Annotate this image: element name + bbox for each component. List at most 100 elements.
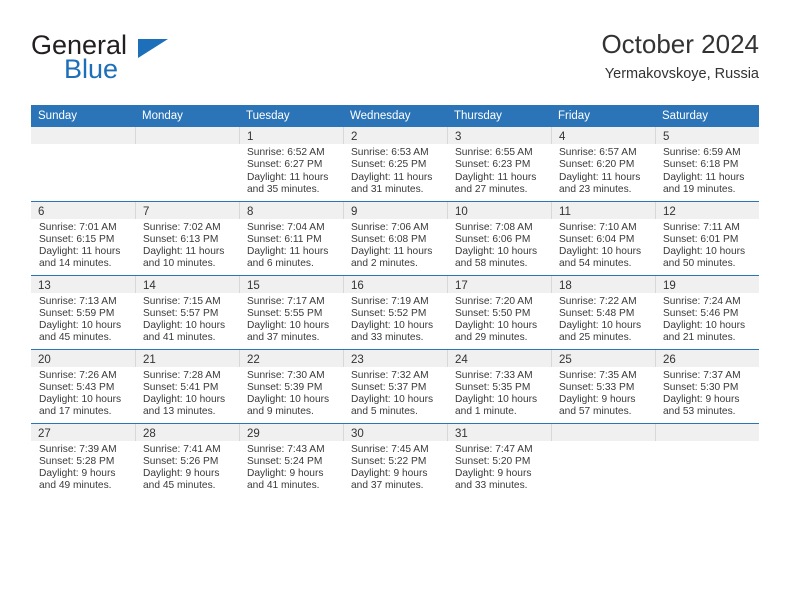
- daylight-text: Daylight: 11 hours and 35 minutes.: [247, 171, 329, 195]
- weekday-header-wednesday: Wednesday: [343, 105, 447, 127]
- sunrise-text: Sunrise: 7:08 AM: [455, 221, 533, 233]
- sunrise-text: Sunrise: 7:24 AM: [663, 295, 741, 307]
- sunrise-text: Sunrise: 6:52 AM: [247, 147, 325, 158]
- daylight-text: Daylight: 10 hours and 50 minutes.: [663, 246, 746, 270]
- sunrise-text: Sunrise: 7:20 AM: [455, 295, 533, 307]
- calendar-cell-inner: 10 Sunrise: 7:08 AM Sunset: 6:06 PM Dayligh…: [447, 201, 551, 275]
- calendar-day-cell[interactable]: 21 Sunrise: 7:28 AM Sunset: 5:41 PM Dayligh…: [135, 348, 239, 423]
- calendar-day-cell[interactable]: 12 Sunrise: 7:11 AM Sunset: 6:01 PM Dayligh…: [655, 200, 759, 275]
- day-details: Sunrise: 7:13 AM Sunset: 5:59 PM Daylight:…: [31, 292, 135, 345]
- calendar-day-cell[interactable]: 4 Sunrise: 6:57 AM Sunset: 6:20 PM Daylight…: [551, 127, 655, 201]
- daylight-text: Daylight: 10 hours and 1 minute.: [455, 394, 538, 418]
- calendar-day-cell[interactable]: 10 Sunrise: 7:08 AM Sunset: 6:06 PM Dayligh…: [447, 200, 551, 275]
- calendar-cell-inner: 13 Sunrise: 7:13 AM Sunset: 5:59 PM Dayligh…: [31, 275, 135, 349]
- day-details: Sunrise: 7:15 AM Sunset: 5:57 PM Daylight:…: [135, 292, 239, 345]
- calendar-cell-empty: [31, 127, 135, 201]
- day-number: 28: [135, 423, 239, 441]
- calendar-cell-inner: 25 Sunrise: 7:35 AM Sunset: 5:33 PM Dayligh…: [551, 349, 655, 423]
- calendar-day-cell[interactable]: 2 Sunrise: 6:53 AM Sunset: 6:25 PM Daylight…: [343, 127, 447, 201]
- sunrise-text: Sunrise: 7:41 AM: [143, 443, 221, 455]
- calendar-day-cell[interactable]: 17 Sunrise: 7:20 AM Sunset: 5:50 PM Dayligh…: [447, 274, 551, 349]
- day-number: 3: [447, 127, 551, 144]
- day-number: 15: [239, 275, 343, 293]
- calendar-day-cell[interactable]: 18 Sunrise: 7:22 AM Sunset: 5:48 PM Dayligh…: [551, 274, 655, 349]
- sunrise-text: Sunrise: 7:17 AM: [247, 295, 325, 307]
- sunset-text: Sunset: 6:01 PM: [663, 233, 739, 245]
- day-number: 29: [239, 423, 343, 441]
- daylight-text: Daylight: 10 hours and 25 minutes.: [559, 320, 642, 344]
- calendar-day-cell[interactable]: 7 Sunrise: 7:02 AM Sunset: 6:13 PM Daylight…: [135, 200, 239, 275]
- day-details: Sunrise: 7:41 AM Sunset: 5:26 PM Daylight:…: [135, 440, 239, 493]
- calendar-day-cell[interactable]: 27 Sunrise: 7:39 AM Sunset: 5:28 PM Dayligh…: [31, 422, 135, 497]
- sunrise-text: Sunrise: 7:26 AM: [39, 369, 117, 381]
- calendar-day-cell[interactable]: 23 Sunrise: 7:32 AM Sunset: 5:37 PM Dayligh…: [343, 348, 447, 423]
- daylight-text: Daylight: 11 hours and 10 minutes.: [143, 246, 225, 270]
- calendar-day-cell[interactable]: 29 Sunrise: 7:43 AM Sunset: 5:24 PM Dayligh…: [239, 422, 343, 497]
- calendar-day-cell[interactable]: 16 Sunrise: 7:19 AM Sunset: 5:52 PM Dayligh…: [343, 274, 447, 349]
- day-details: Sunrise: 7:32 AM Sunset: 5:37 PM Daylight:…: [343, 366, 447, 419]
- calendar-day-cell[interactable]: 31 Sunrise: 7:47 AM Sunset: 5:20 PM Dayligh…: [447, 422, 551, 497]
- calendar-day-cell[interactable]: 1 Sunrise: 6:52 AM Sunset: 6:27 PM Daylight…: [239, 127, 343, 201]
- sunrise-text: Sunrise: 7:35 AM: [559, 369, 637, 381]
- sunset-text: Sunset: 6:18 PM: [663, 159, 739, 171]
- sunset-text: Sunset: 5:48 PM: [559, 307, 635, 319]
- calendar-day-cell[interactable]: 22 Sunrise: 7:30 AM Sunset: 5:39 PM Dayligh…: [239, 348, 343, 423]
- daylight-text: Daylight: 9 hours and 37 minutes.: [351, 468, 428, 492]
- calendar-cell-inner: 4 Sunrise: 6:57 AM Sunset: 6:20 PM Daylight…: [551, 127, 655, 201]
- day-number: 21: [135, 349, 239, 367]
- general-blue-logo[interactable]: General Blue: [31, 30, 261, 86]
- calendar-day-cell[interactable]: 30 Sunrise: 7:45 AM Sunset: 5:22 PM Dayligh…: [343, 422, 447, 498]
- weekday-header-sunday: Sunday: [31, 105, 135, 127]
- day-details: Sunrise: 7:22 AM Sunset: 5:48 PM Daylight:…: [551, 292, 655, 345]
- calendar-day-cell[interactable]: 24 Sunrise: 7:33 AM Sunset: 5:35 PM Dayligh…: [447, 348, 551, 423]
- day-number: 7: [135, 201, 239, 219]
- calendar-cell-inner: 6 Sunrise: 7:01 AM Sunset: 6:15 PM Daylight…: [31, 201, 135, 275]
- calendar-day-cell[interactable]: 28 Sunrise: 7:41 AM Sunset: 5:26 PM Dayligh…: [135, 422, 239, 497]
- day-details: Sunrise: 7:28 AM Sunset: 5:41 PM Daylight:…: [135, 366, 239, 419]
- calendar-day-cell[interactable]: 25 Sunrise: 7:35 AM Sunset: 5:33 PM Dayligh…: [551, 348, 655, 423]
- day-number: 12: [655, 201, 759, 219]
- calendar-day-cell[interactable]: 26 Sunrise: 7:37 AM Sunset: 5:30 PM Dayligh…: [655, 348, 759, 423]
- day-number: 11: [551, 201, 655, 219]
- sunrise-text: Sunrise: 7:28 AM: [143, 369, 221, 381]
- day-details: Sunrise: 7:17 AM Sunset: 5:55 PM Daylight:…: [239, 292, 343, 345]
- daylight-text: Daylight: 11 hours and 31 minutes.: [351, 171, 433, 195]
- sunset-text: Sunset: 6:08 PM: [351, 233, 427, 245]
- day-number: 10: [447, 201, 551, 219]
- calendar-day-cell[interactable]: 11 Sunrise: 7:10 AM Sunset: 6:04 PM Dayligh…: [551, 200, 655, 275]
- day-number: 23: [343, 349, 447, 367]
- day-number: 20: [31, 349, 135, 367]
- day-number: [31, 127, 135, 144]
- daylight-text: Daylight: 11 hours and 6 minutes.: [247, 246, 329, 270]
- calendar-day-cell[interactable]: 5 Sunrise: 6:59 AM Sunset: 6:18 PM Daylight…: [655, 127, 759, 201]
- sunset-text: Sunset: 6:11 PM: [247, 233, 322, 245]
- calendar-day-cell[interactable]: 8 Sunrise: 7:04 AM Sunset: 6:11 PM Daylight…: [239, 200, 343, 275]
- sunrise-text: Sunrise: 7:32 AM: [351, 369, 429, 381]
- daylight-text: Daylight: 10 hours and 45 minutes.: [39, 320, 122, 344]
- sunrise-text: Sunrise: 7:45 AM: [351, 443, 429, 455]
- calendar-page: General Blue October 2024 Yermakovskoye,…: [0, 0, 792, 612]
- daylight-text: Daylight: 11 hours and 19 minutes.: [663, 171, 745, 195]
- day-details: Sunrise: 6:57 AM Sunset: 6:20 PM Daylight:…: [551, 144, 655, 197]
- day-number: 17: [447, 275, 551, 293]
- calendar-day-cell[interactable]: 3 Sunrise: 6:55 AM Sunset: 6:23 PM Daylight…: [447, 127, 551, 201]
- calendar-day-cell[interactable]: 15 Sunrise: 7:17 AM Sunset: 5:55 PM Dayligh…: [239, 274, 343, 349]
- logo-text-blue: Blue: [64, 54, 119, 84]
- calendar-day-cell[interactable]: 20 Sunrise: 7:26 AM Sunset: 5:43 PM Dayligh…: [31, 348, 135, 423]
- calendar-day-cell[interactable]: 13 Sunrise: 7:13 AM Sunset: 5:59 PM Dayligh…: [31, 274, 135, 349]
- sunrise-text: Sunrise: 7:10 AM: [559, 221, 637, 233]
- calendar-cell-inner: 30 Sunrise: 7:45 AM Sunset: 5:22 PM Dayligh…: [343, 423, 447, 498]
- day-details: Sunrise: 7:11 AM Sunset: 6:01 PM Daylight:…: [655, 218, 759, 271]
- calendar-cell-inner: 15 Sunrise: 7:17 AM Sunset: 5:55 PM Dayligh…: [239, 275, 343, 349]
- daylight-text: Daylight: 11 hours and 23 minutes.: [559, 171, 641, 195]
- calendar-day-cell[interactable]: 9 Sunrise: 7:06 AM Sunset: 6:08 PM Daylight…: [343, 200, 447, 275]
- calendar-day-cell[interactable]: 19 Sunrise: 7:24 AM Sunset: 5:46 PM Dayligh…: [655, 274, 759, 349]
- calendar-day-cell[interactable]: 6 Sunrise: 7:01 AM Sunset: 6:15 PM Daylight…: [31, 200, 135, 275]
- sunset-text: Sunset: 6:04 PM: [559, 233, 635, 245]
- sunset-text: Sunset: 5:33 PM: [559, 381, 635, 393]
- calendar-cell-inner: 17 Sunrise: 7:20 AM Sunset: 5:50 PM Dayligh…: [447, 275, 551, 349]
- day-number: 18: [551, 275, 655, 293]
- daylight-text: Daylight: 11 hours and 14 minutes.: [39, 246, 121, 270]
- sunset-text: Sunset: 5:50 PM: [455, 307, 531, 319]
- calendar-day-cell[interactable]: 14 Sunrise: 7:15 AM Sunset: 5:57 PM Dayligh…: [135, 274, 239, 349]
